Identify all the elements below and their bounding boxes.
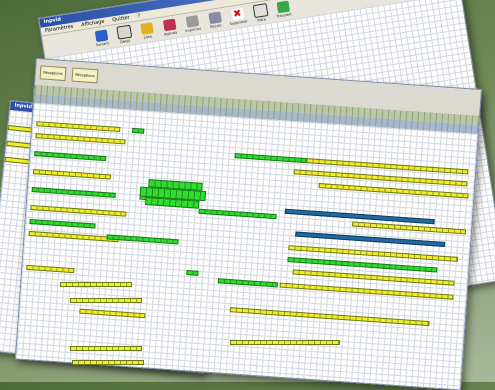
receptions-button-2[interactable]: Réceptions bbox=[71, 67, 99, 84]
tool-supprimer[interactable]: ✖ Supprimer bbox=[228, 6, 248, 27]
receptions-button[interactable]: Réceptions bbox=[39, 65, 67, 82]
arrow-icon bbox=[94, 29, 108, 43]
tool-liste[interactable]: Liste bbox=[137, 20, 157, 41]
tool-transfert[interactable]: Transfert bbox=[273, 0, 293, 20]
tool-recalc[interactable]: Recalc bbox=[205, 10, 225, 31]
people-icon bbox=[139, 22, 154, 36]
tool-detail[interactable]: Détail bbox=[114, 24, 134, 45]
schedule-bar bbox=[70, 346, 142, 351]
menu-help[interactable]: ? bbox=[137, 12, 141, 20]
schedule-bar bbox=[72, 360, 144, 365]
tool-filtre[interactable]: Filtre bbox=[251, 2, 271, 23]
back-title: Inpvid bbox=[43, 16, 62, 26]
printer-icon bbox=[185, 15, 199, 28]
schedule-bar bbox=[70, 298, 142, 303]
calculator-icon bbox=[207, 11, 222, 25]
list-icon bbox=[115, 24, 132, 40]
delete-icon: ✖ bbox=[230, 7, 245, 21]
books-icon bbox=[162, 18, 177, 32]
schedule-bar[interactable] bbox=[186, 270, 199, 276]
tool-agenda[interactable]: Agenda bbox=[160, 17, 180, 38]
schedule-bar bbox=[230, 340, 340, 345]
pc-icon bbox=[276, 0, 290, 14]
filter-icon bbox=[252, 3, 269, 19]
schedule-bar bbox=[60, 282, 132, 287]
schedule-bar[interactable] bbox=[132, 127, 145, 134]
desktop-background: Inpvid Inpvid _ □ × Paramètres Affichage… bbox=[0, 0, 495, 390]
tool-imprimer[interactable]: Imprimer bbox=[182, 13, 202, 34]
tool-suivant[interactable]: Suivant bbox=[92, 28, 112, 49]
